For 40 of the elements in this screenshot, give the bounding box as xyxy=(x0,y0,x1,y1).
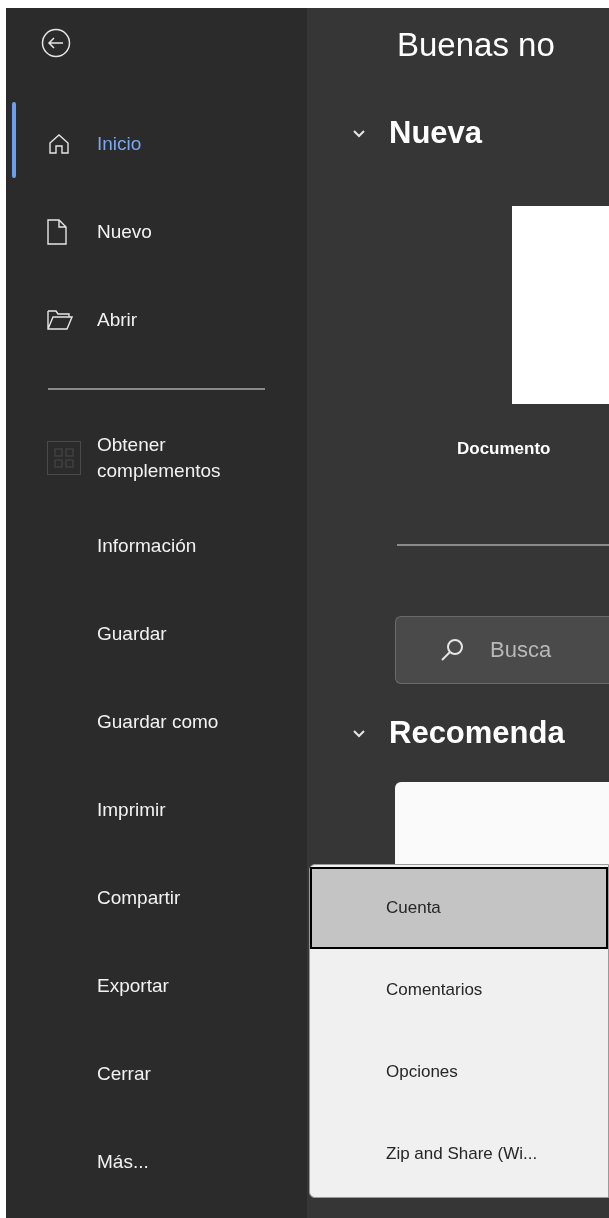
grid-icon xyxy=(47,441,81,475)
section-heading: Recomenda xyxy=(389,713,565,752)
item-label: Cerrar xyxy=(97,1062,152,1086)
template-label: Documento xyxy=(457,439,551,458)
sidebar-item[interactable]: Abrir xyxy=(6,276,307,364)
menu-item[interactable]: Cuenta xyxy=(310,867,608,949)
back-button[interactable] xyxy=(41,28,71,58)
item-label: Guardar como xyxy=(97,710,220,734)
sidebar-item[interactable]: Imprimir xyxy=(6,766,307,854)
search-icon xyxy=(440,637,464,662)
search-field[interactable]: Busca xyxy=(395,615,609,684)
greeting-heading: Buenas no xyxy=(397,26,555,63)
item-label: Información xyxy=(97,534,198,558)
item-label: Nuevo xyxy=(97,220,153,244)
sidebar-item[interactable]: Guardar xyxy=(6,590,307,678)
home-icon xyxy=(47,132,71,156)
sidebar-item[interactable]: Cerrar xyxy=(6,1030,307,1118)
item-label: Compartir xyxy=(97,886,182,910)
item-label: Abrir xyxy=(97,308,139,332)
item-label: Obtener complementos xyxy=(97,433,222,483)
menu-item[interactable]: Opciones xyxy=(310,1031,608,1113)
item-label: Exportar xyxy=(97,974,170,998)
sidebar-item[interactable]: Más... xyxy=(6,1118,307,1206)
search-placeholder: Busca xyxy=(490,636,552,664)
sidebar-item[interactable]: Compartir xyxy=(6,854,307,942)
menu-item[interactable]: Comentarios xyxy=(310,949,608,1031)
item-label: Más... xyxy=(97,1150,150,1174)
folder-icon xyxy=(47,309,73,331)
item-label: Guardar xyxy=(97,622,168,646)
section-heading: Nueva xyxy=(389,113,483,152)
file-icon xyxy=(47,219,67,245)
sidebar-item[interactable]: Información xyxy=(6,502,307,590)
sidebar-item[interactable]: Exportar xyxy=(6,942,307,1030)
menu-item[interactable]: Zip and Share (Wi... xyxy=(310,1113,608,1195)
sidebar-item[interactable]: Obtener complementos xyxy=(6,414,307,502)
item-label: Inicio xyxy=(97,132,143,156)
sidebar-item[interactable]: Inicio xyxy=(6,100,307,188)
sidebar-item[interactable]: Nuevo xyxy=(6,188,307,276)
item-label: Imprimir xyxy=(97,798,167,822)
sidebar-item[interactable]: Guardar como xyxy=(6,678,307,766)
